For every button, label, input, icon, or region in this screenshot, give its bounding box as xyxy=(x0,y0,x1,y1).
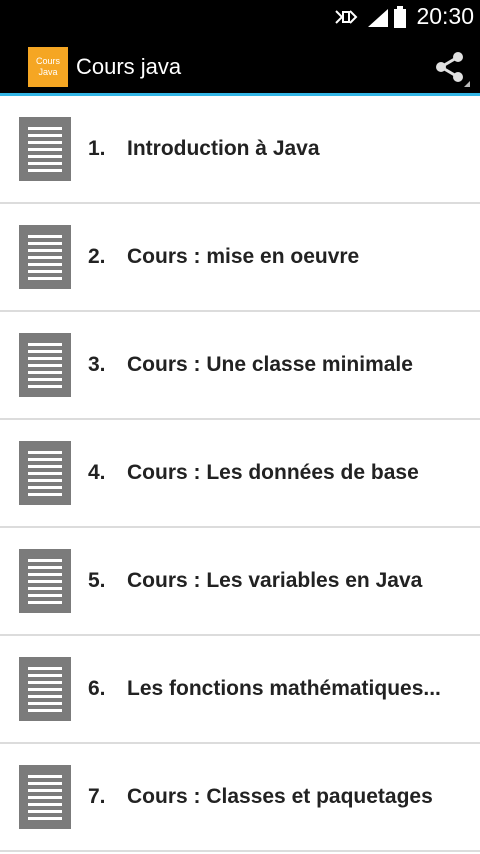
document-icon xyxy=(19,225,71,289)
signal-icon xyxy=(368,8,389,27)
item-number: 4. xyxy=(88,461,106,484)
item-number: 6. xyxy=(88,677,106,700)
document-icon xyxy=(19,333,71,397)
item-number: 5. xyxy=(88,569,106,592)
logo-text-line2: Java xyxy=(38,67,58,77)
list-item[interactable]: 7. Cours : Classes et paquetages xyxy=(0,744,480,852)
item-label: Cours : Classes et paquetages xyxy=(127,785,433,808)
item-number: 1. xyxy=(88,137,106,160)
document-icon xyxy=(19,549,71,613)
status-icons: 20:30 xyxy=(332,0,474,33)
status-time: 20:30 xyxy=(416,3,474,29)
item-number: 7. xyxy=(88,785,106,808)
list-item[interactable]: 5. Cours : Les variables en Java xyxy=(0,528,480,636)
document-icon xyxy=(19,441,71,505)
chapter-list: 1. Introduction à Java 2. Cours : mise e… xyxy=(0,96,480,852)
document-icon xyxy=(19,657,71,721)
logo-text-line1: Cours xyxy=(35,56,60,66)
list-item[interactable]: 6. Les fonctions mathématiques... xyxy=(0,636,480,744)
list-item[interactable]: 3. Cours : Une classe minimale xyxy=(0,312,480,420)
item-label: Cours : Une classe minimale xyxy=(127,353,413,376)
item-number: 2. xyxy=(88,245,106,268)
document-icon xyxy=(19,765,71,829)
nfc-icon xyxy=(335,9,358,24)
item-label: Les fonctions mathématiques... xyxy=(127,677,441,700)
item-number: 3. xyxy=(88,353,106,376)
app-title: Cours java xyxy=(76,54,182,79)
share-icon xyxy=(436,52,470,87)
item-label: Cours : Les données de base xyxy=(127,461,419,484)
list-item[interactable]: 2. Cours : mise en oeuvre xyxy=(0,204,480,312)
item-label: Cours : Les variables en Java xyxy=(127,569,423,592)
item-label: Introduction à Java xyxy=(127,137,320,160)
document-icon xyxy=(19,117,71,181)
battery-icon xyxy=(394,5,407,28)
status-bar: 20:30 xyxy=(0,0,480,33)
app-logo[interactable]: Cours Java xyxy=(28,47,68,87)
item-label: Cours : mise en oeuvre xyxy=(127,245,360,268)
action-bar: Cours Java Cours java xyxy=(0,33,480,96)
list-item[interactable]: 1. Introduction à Java xyxy=(0,96,480,204)
share-button[interactable] xyxy=(430,47,470,87)
list-item[interactable]: 4. Cours : Les données de base xyxy=(0,420,480,528)
